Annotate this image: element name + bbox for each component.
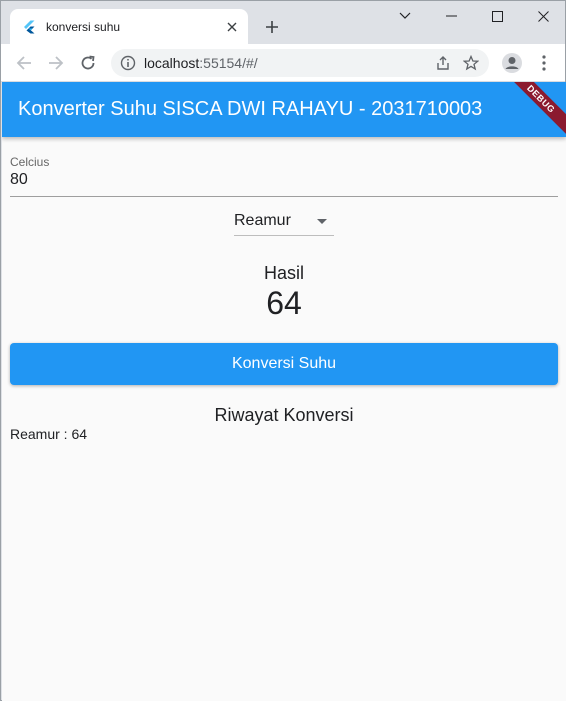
dropdown-arrow-icon [312, 211, 332, 231]
unit-dropdown[interactable]: Reamur [234, 207, 334, 236]
celcius-input-label: Celcius [10, 155, 50, 169]
history-item: Reamur : 64 [10, 426, 88, 442]
site-info-icon[interactable] [120, 55, 136, 71]
new-tab-icon[interactable] [260, 15, 284, 39]
close-window-icon[interactable] [520, 1, 566, 31]
more-menu-icon[interactable] [530, 49, 558, 77]
minimize-icon[interactable] [428, 1, 474, 31]
back-arrow-icon[interactable] [10, 49, 38, 77]
app-bar: Konverter Suhu SISCA DWI RAHAYU - 203171… [2, 82, 566, 137]
unit-dropdown-value: Reamur [234, 212, 291, 229]
history-title: Riwayat Konversi [214, 405, 354, 425]
tab-strip: konversi suhu [1, 1, 565, 44]
url-host: localhost [144, 55, 200, 71]
result-value: 64 [266, 285, 302, 321]
tab-close-icon[interactable] [222, 17, 242, 37]
flutter-icon [22, 20, 36, 34]
flutter-app: Konverter Suhu SISCA DWI RAHAYU - 203171… [2, 82, 566, 701]
share-icon[interactable] [429, 49, 457, 77]
convert-button[interactable]: Konversi Suhu [10, 343, 558, 385]
browser-tab[interactable]: konversi suhu [10, 9, 248, 44]
tab-search-chevron-icon[interactable] [382, 1, 428, 31]
tab-title: konversi suhu [46, 19, 121, 34]
maximize-icon[interactable] [474, 1, 520, 31]
result-label: Hasil [263, 263, 304, 283]
browser-toolbar: localhost:55154/#/ [1, 44, 565, 82]
browser-window: konversi suhu localhost:55154/#/ Konvert… [0, 0, 566, 701]
url-path: :55154/#/ [199, 55, 258, 71]
url-text: localhost:55154/#/ [144, 55, 429, 71]
app-title: Konverter Suhu SISCA DWI RAHAYU - 203171… [18, 98, 483, 120]
address-bar[interactable]: localhost:55154/#/ [111, 49, 489, 77]
reload-icon[interactable] [74, 49, 102, 77]
celcius-input-field[interactable]: Celcius 80 [10, 155, 558, 197]
celcius-input-value[interactable]: 80 [10, 171, 558, 189]
bookmark-star-icon[interactable] [457, 49, 485, 77]
history-list: Reamur : 64 [10, 426, 87, 442]
profile-avatar-icon[interactable] [498, 49, 526, 77]
forward-arrow-icon[interactable] [42, 49, 70, 77]
